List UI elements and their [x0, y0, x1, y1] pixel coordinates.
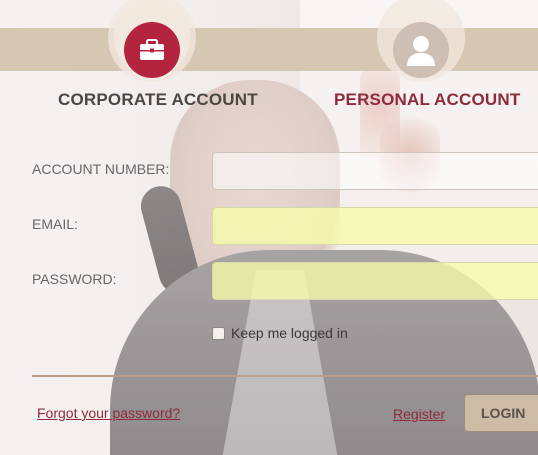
email-label: EMAIL: — [32, 216, 78, 232]
password-field[interactable] — [212, 262, 538, 300]
tab-personal-account[interactable]: PERSONAL ACCOUNT — [334, 90, 520, 110]
account-number-label: ACCOUNT NUMBER: — [32, 161, 170, 177]
register-link[interactable]: Register — [393, 406, 445, 422]
keep-logged-in-option[interactable]: Keep me logged in — [212, 325, 348, 341]
password-label: PASSWORD: — [32, 271, 117, 287]
briefcase-icon[interactable] — [124, 22, 180, 78]
user-icon[interactable] — [393, 22, 449, 78]
account-number-field[interactable] — [212, 152, 538, 190]
forgot-password-link[interactable]: Forgot your password? — [37, 405, 180, 421]
keep-logged-in-checkbox[interactable] — [212, 326, 225, 340]
login-button[interactable]: LOGIN — [464, 394, 538, 432]
email-field[interactable] — [212, 207, 538, 245]
keep-logged-in-label: Keep me logged in — [231, 325, 348, 341]
tab-corporate-account[interactable]: CORPORATE ACCOUNT — [58, 90, 258, 110]
form-divider — [32, 375, 538, 377]
